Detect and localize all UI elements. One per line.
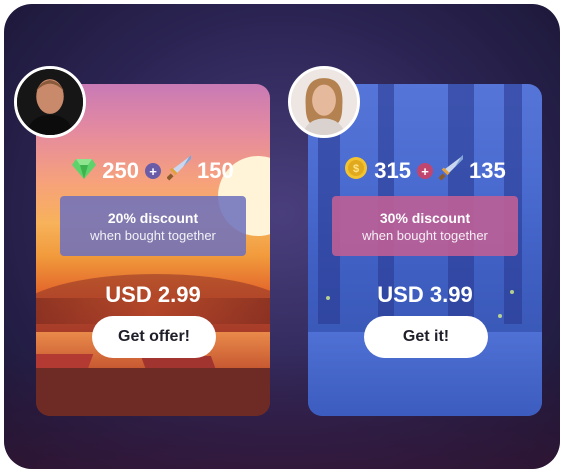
sparkle-graphic bbox=[498, 314, 502, 318]
ground-graphic bbox=[36, 368, 270, 416]
price-label: USD 2.99 bbox=[105, 282, 201, 307]
offer-card-left: 250 + 150 20% discount when bought toget… bbox=[36, 84, 270, 416]
avatar bbox=[288, 66, 360, 138]
reward-amount: 250 bbox=[102, 158, 139, 183]
reward-amount: 135 bbox=[469, 158, 506, 183]
gem-icon bbox=[72, 157, 97, 185]
reward-row: 250 + 150 bbox=[36, 155, 270, 187]
discount-title: 30% discount bbox=[379, 209, 471, 226]
plus-icon: + bbox=[145, 163, 161, 179]
price-label: USD 3.99 bbox=[377, 282, 473, 307]
sword-icon bbox=[166, 155, 191, 187]
plus-icon: + bbox=[417, 163, 433, 179]
offer-card-right: $ 315 + 135 30% discount when bought tog… bbox=[308, 84, 542, 416]
coin-icon: $ bbox=[344, 156, 368, 186]
man-portrait bbox=[17, 69, 83, 135]
discount-subtitle: when bought together bbox=[362, 227, 488, 243]
sword-icon bbox=[438, 155, 463, 187]
get-offer-button[interactable]: Get offer! bbox=[92, 316, 216, 358]
svg-text:$: $ bbox=[353, 163, 359, 175]
discount-subtitle: when bought together bbox=[90, 227, 216, 243]
discount-box: 20% discount when bought together bbox=[60, 196, 246, 256]
avatar bbox=[14, 66, 86, 138]
reward-amount: 150 bbox=[197, 158, 234, 183]
discount-title: 20% discount bbox=[107, 209, 199, 226]
get-it-button[interactable]: Get it! bbox=[364, 316, 488, 358]
reward-row: $ 315 + 135 bbox=[308, 155, 542, 187]
woman-portrait bbox=[291, 69, 357, 135]
reward-amount: 315 bbox=[374, 158, 411, 183]
discount-box: 30% discount when bought together bbox=[332, 196, 518, 256]
